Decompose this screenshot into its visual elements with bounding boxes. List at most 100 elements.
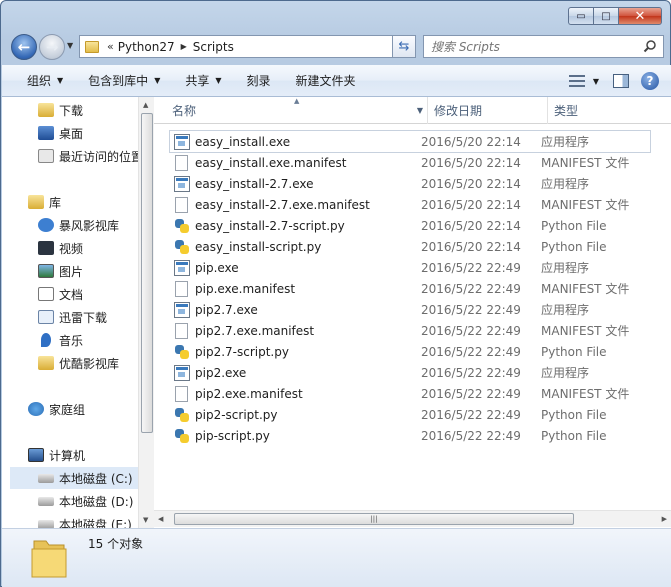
file-row[interactable]: pip2.7.exe.manifest 2016/5/22 22:49 MANIFE… — [170, 320, 650, 341]
file-type: MANIFEST 文件 — [541, 156, 630, 170]
nav-item-drive-d[interactable]: 本地磁盘 (D:) — [38, 490, 138, 512]
file-name: pip2-script.py — [195, 407, 278, 422]
scrollbar-thumb[interactable]: ||| — [174, 513, 574, 525]
view-options-icon[interactable] — [568, 75, 585, 87]
caret-down-icon: ▼ — [154, 76, 161, 85]
nav-item-label: 家庭组 — [49, 402, 86, 417]
nav-item-label: 桌面 — [59, 126, 84, 141]
scrollbar-thumb[interactable] — [141, 113, 153, 433]
file-row[interactable]: easy_install-2.7.exe.manifest 2016/5/20 2… — [170, 194, 650, 215]
nav-item-baofeng-library[interactable]: 暴风影视库 — [38, 214, 138, 236]
burn-button[interactable]: 刻录 — [247, 72, 271, 89]
file-row[interactable]: pip2.exe.manifest 2016/5/22 22:49 MANIFEST… — [170, 383, 650, 404]
file-row[interactable]: easy_install.exe.manifest 2016/5/20 22:14… — [170, 152, 650, 173]
documents-icon — [38, 287, 54, 301]
column-header-type[interactable]: 类型 — [547, 97, 671, 124]
scroll-left-icon[interactable]: ◀ — [158, 515, 163, 523]
file-name-cell: easy_install-2.7.exe.manifest — [170, 196, 421, 213]
scroll-down-icon[interactable]: ▼ — [143, 516, 148, 524]
include-in-library-menu[interactable]: 包含到库中 ▼ — [88, 72, 160, 89]
file-row[interactable]: pip.exe 2016/5/22 22:49 应用程序 — [170, 257, 650, 278]
refresh-button[interactable]: ⇆ — [392, 35, 416, 58]
search-input[interactable] — [431, 39, 631, 54]
nav-item-drive-c[interactable]: 本地磁盘 (C:) — [10, 467, 138, 489]
nav-item-thunder-downloads[interactable]: 迅雷下载 — [38, 306, 138, 328]
column-header-date[interactable]: 修改日期 — [427, 97, 547, 124]
file-row[interactable]: easy_install-script.py 2016/5/20 22:14 Pyt… — [170, 236, 650, 257]
file-row[interactable]: pip2.7.exe 2016/5/22 22:49 应用程序 — [170, 299, 650, 320]
navigation-pane-scrollbar[interactable]: ▲ ▼ — [138, 97, 154, 528]
help-icon[interactable]: ? — [641, 72, 659, 90]
file-name-cell: pip2.exe — [170, 364, 421, 381]
breadcrumb-chevron-icon[interactable]: ▶ — [181, 42, 187, 51]
file-type: Python File — [541, 239, 607, 254]
back-button[interactable]: ← — [11, 34, 37, 60]
address-overflow[interactable]: « — [107, 40, 114, 53]
file-modified-date: 2016/5/22 22:49 — [421, 260, 521, 275]
nav-item-label: 本地磁盘 (E:) — [59, 517, 132, 529]
breadcrumb-python27[interactable]: Python27 — [118, 40, 175, 54]
close-button[interactable]: ✕ — [618, 7, 662, 25]
scroll-up-icon[interactable]: ▲ — [143, 101, 148, 109]
nav-item-downloads[interactable]: 下载 — [38, 99, 138, 121]
nav-item-videos[interactable]: 视频 — [38, 237, 138, 259]
file-modified-date: 2016/5/22 22:49 — [421, 386, 521, 401]
new-folder-button[interactable]: 新建文件夹 — [296, 72, 356, 89]
nav-item-documents[interactable]: 文档 — [38, 283, 138, 305]
file-row[interactable]: pip2.exe 2016/5/22 22:49 应用程序 — [170, 362, 650, 383]
maximize-button[interactable]: □ — [593, 7, 618, 25]
file-row[interactable]: pip2.7-script.py 2016/5/22 22:49 Python Fi… — [170, 341, 650, 362]
python-file-icon — [175, 218, 189, 233]
refresh-icon: ⇆ — [398, 39, 410, 54]
file-list-pane: ▲ 名称 ▼ 修改日期 类型 easy_install.exe 2016/5/20… — [154, 97, 671, 528]
horizontal-scrollbar[interactable]: ◀ ||| ▶ — [154, 510, 671, 527]
organize-menu[interactable]: 组织 ▼ — [27, 72, 63, 89]
file-row[interactable]: easy_install.exe 2016/5/20 22:14 应用程序 — [169, 130, 651, 153]
file-row[interactable]: easy_install-2.7.exe 2016/5/20 22:14 应用程序 — [170, 173, 650, 194]
nav-item-homegroup[interactable]: 家庭组 — [28, 398, 138, 420]
nav-item-drive-e[interactable]: 本地磁盘 (E:) — [38, 513, 138, 528]
recent-pages-dropdown[interactable]: ▼ — [67, 41, 73, 50]
file-modified-date: 2016/5/22 22:49 — [421, 407, 521, 422]
application-icon — [174, 301, 190, 318]
file-name-cell: pip.exe.manifest — [170, 280, 421, 297]
minimize-button[interactable]: ▭ — [568, 7, 593, 25]
file-type: MANIFEST 文件 — [541, 387, 630, 401]
download-folder-icon — [38, 103, 54, 117]
file-row[interactable]: easy_install-2.7-script.py 2016/5/20 22:1… — [170, 215, 650, 236]
organize-label: 组织 — [27, 74, 52, 88]
application-icon — [174, 133, 190, 150]
column-dropdown-icon[interactable]: ▼ — [417, 106, 423, 115]
nav-item-label: 本地磁盘 (D:) — [59, 494, 134, 509]
nav-item-recent-places[interactable]: 最近访问的位置 — [38, 145, 138, 167]
address-bar[interactable]: « Python27 ▶ Scripts ▼ — [79, 35, 415, 58]
column-header-name[interactable]: 名称 ▼ — [172, 97, 427, 124]
nav-item-pictures[interactable]: 图片 — [38, 260, 138, 282]
file-modified-date: 2016/5/20 22:14 — [421, 155, 521, 170]
file-row[interactable]: pip2-script.py 2016/5/22 22:49 Python File — [170, 404, 650, 425]
scroll-right-icon[interactable]: ▶ — [662, 515, 667, 523]
file-row[interactable]: pip-script.py 2016/5/22 22:49 Python File — [170, 425, 650, 446]
caret-down-icon: ▼ — [215, 76, 222, 85]
file-name-cell: easy_install-script.py — [170, 239, 421, 254]
file-modified-date: 2016/5/20 22:14 — [421, 197, 521, 212]
nav-item-libraries[interactable]: 库 — [28, 191, 138, 213]
file-row[interactable]: pip.exe.manifest 2016/5/22 22:49 MANIFEST … — [170, 278, 650, 299]
breadcrumb-scripts[interactable]: Scripts — [193, 40, 234, 54]
document-icon — [175, 385, 188, 402]
file-name-cell: easy_install.exe.manifest — [170, 154, 421, 171]
forward-button[interactable]: → — [39, 34, 65, 60]
preview-pane-icon[interactable] — [613, 74, 629, 88]
share-menu[interactable]: 共享 ▼ — [185, 72, 221, 89]
search-box[interactable] — [423, 35, 664, 58]
nav-item-desktop[interactable]: 桌面 — [38, 122, 138, 144]
nav-item-youku-library[interactable]: 优酷影视库 — [38, 352, 138, 374]
file-name: easy_install-2.7-script.py — [195, 218, 345, 233]
file-modified-date: 2016/5/22 22:49 — [421, 323, 521, 338]
search-icon[interactable] — [643, 39, 657, 53]
file-type: 应用程序 — [541, 366, 590, 380]
view-options-caret-icon[interactable]: ▼ — [593, 77, 599, 86]
item-count: 15 个对象 — [88, 537, 144, 551]
nav-item-computer[interactable]: 计算机 — [28, 444, 138, 466]
nav-item-music[interactable]: 音乐 — [38, 329, 138, 351]
